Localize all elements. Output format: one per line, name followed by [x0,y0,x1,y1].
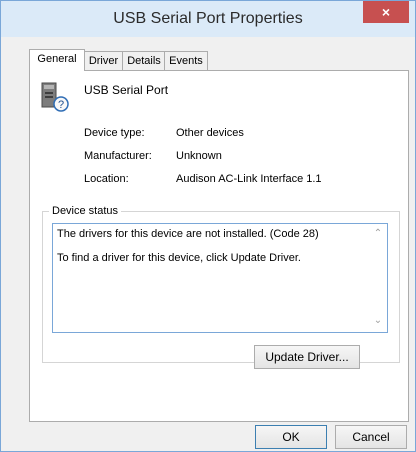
scroll-down-arrow-icon[interactable]: ⌄ [373,316,383,326]
tab-general[interactable]: General [29,49,85,71]
scroll-up-arrow-icon[interactable]: ⌃ [373,229,383,239]
device-status-textbox[interactable]: The drivers for this device are not inst… [52,223,388,333]
manufacturer-label: Manufacturer: [84,150,152,162]
update-driver-button[interactable]: Update Driver... [254,345,360,369]
close-button[interactable]: × [363,1,409,23]
unknown-device-icon: ? [38,81,70,113]
tab-details[interactable]: Details [122,51,166,70]
tab-driver[interactable]: Driver [83,51,124,70]
tab-events[interactable]: Events [164,51,208,70]
properties-dialog: USB Serial Port Properties × General Dri… [0,0,416,452]
manufacturer-value: Unknown [176,150,222,162]
device-name: USB Serial Port [84,83,169,97]
cancel-button[interactable]: Cancel [335,425,407,449]
device-type-value: Other devices [176,127,244,139]
device-status-label: Device status [49,205,122,217]
title-bar[interactable]: USB Serial Port Properties × [1,1,415,37]
device-type-label: Device type: [84,127,145,139]
ok-button[interactable]: OK [255,425,327,449]
location-label: Location: [84,173,129,185]
status-line-1: The drivers for this device are not inst… [57,228,319,240]
general-tab-panel: ? USB Serial Port Device type: Other dev… [29,70,409,422]
svg-text:?: ? [58,99,64,111]
status-line-2: To find a driver for this device, click … [57,252,301,264]
window-title: USB Serial Port Properties [113,10,303,27]
location-value: Audison AC-Link Interface 1.1 [176,173,322,185]
